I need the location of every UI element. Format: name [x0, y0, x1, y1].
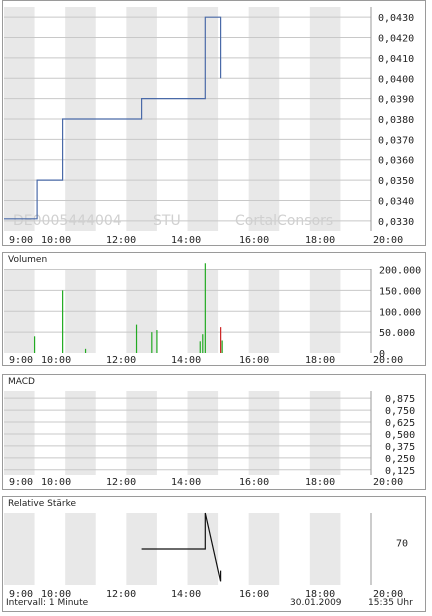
time-tick-label: 12:00 [106, 589, 136, 600]
time-tick-label: 16:00 [239, 589, 269, 600]
shade-band-1 [65, 391, 96, 475]
time-tick-label: 9:00 [9, 235, 33, 246]
macd-tick-label: 0,750 [385, 406, 415, 417]
time-tick-label: 16:00 [239, 477, 269, 488]
time-tick-label: 9:00 [9, 355, 33, 366]
rsi-chart: 9:00 10:00 12:00 14:00 16:00 18:00 20:0070 [4, 512, 408, 600]
macd-chart: 9:00 10:00 12:00 14:00 16:00 18:00 20:000,8750… [4, 391, 415, 488]
shade-band-4 [248, 513, 280, 585]
rsi-tick-label: 70 [396, 539, 408, 550]
time-tick-label: 12:00 [106, 477, 136, 488]
rsi-panel: 9:00 10:00 12:00 14:00 16:00 18:00 20:00 70 Rel… [2, 496, 426, 612]
volume-chart: 9:00 10:00 12:00 14:00 16:00 18:00 20:00 200.00… [4, 263, 421, 366]
footer-time: 15:35 Uhr [368, 598, 413, 608]
time-tick-label: 16:00 [239, 355, 269, 366]
time-tick-label: 20:00 [373, 477, 403, 488]
time-tick-label: 10:00 [41, 477, 71, 488]
price-tick-label: 0,0330 [378, 217, 414, 228]
rsi-panel-title: Relative Stärke [8, 499, 77, 509]
shade-band-5 [309, 513, 341, 585]
watermark-exchange: STU [153, 213, 181, 229]
price-tick-label: 0,0370 [378, 135, 414, 146]
macd-tick-label: 0,875 [385, 394, 415, 405]
time-tick-label: 14:00 [171, 477, 201, 488]
price-tick-label: 0,0340 [378, 196, 414, 207]
price-tick-label: 0,0410 [378, 54, 414, 65]
time-tick-label: 12:00 [106, 235, 136, 246]
time-tick-label: 10:00 [41, 355, 71, 366]
macd-tick-label: 0,625 [385, 418, 415, 429]
time-tick-label: 18:00 [305, 355, 335, 366]
time-tick-label: 20:00 [373, 235, 403, 246]
time-tick-label: 18:00 [305, 477, 335, 488]
shade-band-1 [65, 513, 96, 585]
price-tick-label: 0,0400 [378, 74, 414, 85]
time-tick-label: 16:00 [239, 235, 269, 246]
macd-tick-label: 0,500 [385, 430, 415, 441]
price-tick-label: 0,0390 [378, 95, 414, 106]
footer-date: 30.01.2009 [290, 598, 342, 608]
time-tick-label: 12:00 [106, 355, 136, 366]
shade-band-5 [309, 391, 341, 475]
shade-band-0 [4, 391, 35, 475]
price-panel: 9:00 10:00 12:00 14:00 16:00 18:00 20:00 0,0330… [2, 0, 426, 246]
price-tick-label: 0,0350 [378, 176, 414, 187]
volume-tick-label: 200.000 [379, 266, 421, 277]
interval-label: Intervall: 1 Minute [6, 598, 89, 608]
time-tick-label: 9:00 [9, 477, 33, 488]
time-tick-label: 14:00 [171, 235, 201, 246]
price-tick-label: 0,0420 [378, 34, 414, 45]
time-tick-label: 10:00 [41, 235, 71, 246]
volume-tick-label: 50.000 [379, 328, 415, 339]
shade-band-3 [187, 391, 219, 475]
macd-panel-title: MACD [8, 377, 35, 387]
macd-panel: 9:00 10:00 12:00 14:00 16:00 18:00 20:00 0,875 0… [2, 374, 426, 490]
shade-band-4 [248, 391, 280, 475]
volume-tick-label: 150.000 [379, 286, 421, 297]
macd-tick-label: 0,125 [385, 466, 415, 477]
price-tick-label: 0,0360 [378, 156, 414, 167]
shade-band-0 [4, 513, 35, 585]
volume-panel-title: Volumen [8, 255, 48, 265]
macd-tick-label: 0,375 [385, 442, 415, 453]
macd-tick-label: 0,250 [385, 454, 415, 465]
time-tick-label: 14:00 [171, 589, 201, 600]
price-tick-label: 0,0380 [378, 115, 414, 126]
time-tick-label: 14:00 [171, 355, 201, 366]
shade-band-2 [126, 391, 157, 475]
time-tick-label: 20:00 [373, 355, 403, 366]
price-chart: 9:00 10:00 12:00 14:00 16:00 18:00 20:00 0,0330… [4, 7, 414, 246]
volume-tick-label: 100.000 [379, 307, 421, 318]
watermark-isin: DE0005444004 [13, 213, 122, 229]
time-tick-label: 18:00 [305, 235, 335, 246]
volume-panel: 9:00 10:00 12:00 14:00 16:00 18:00 20:00 200.00… [2, 252, 426, 366]
watermark-brand: CortalConsors [235, 213, 333, 229]
volume-tick-label: 0 [379, 349, 385, 360]
price-tick-label: 0,0430 [378, 13, 414, 24]
